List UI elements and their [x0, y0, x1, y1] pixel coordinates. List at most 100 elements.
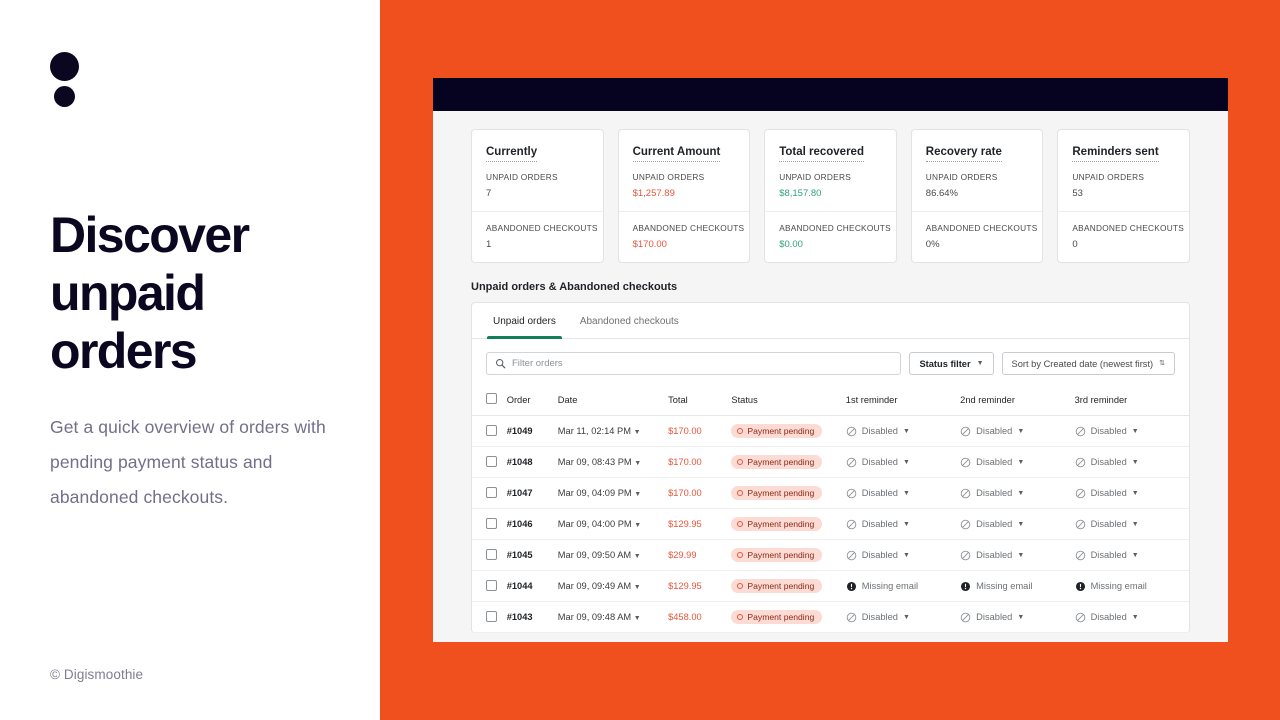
chevron-down-icon[interactable]: ▼ [1017, 614, 1024, 621]
pending-dot-icon [737, 428, 744, 434]
table-row[interactable]: #1046 Mar 09, 04:00 PM ▼ $129.95 Payment… [472, 508, 1189, 540]
reminder-1-cell: Missing email [846, 581, 960, 592]
tab-unpaid-orders[interactable]: Unpaid orders [481, 303, 568, 339]
reminder-2-cell[interactable]: Disabled ▼ [960, 426, 1074, 437]
reminder-1-cell[interactable]: Disabled ▼ [846, 550, 960, 561]
table-row[interactable]: #1049 Mar 11, 02:14 PM ▼ $170.00 Payment… [472, 415, 1189, 447]
pending-dot-icon [737, 459, 744, 465]
status-filter-button[interactable]: Status filter ▼ [909, 352, 994, 375]
order-id: #1043 [506, 612, 533, 622]
chevron-down-icon[interactable]: ▼ [1132, 552, 1139, 559]
reminder-3-cell[interactable]: Disabled ▼ [1075, 426, 1189, 437]
stat-value: 86.64% [925, 188, 959, 199]
status-badge: Payment pending [731, 424, 823, 438]
reminder-2-cell[interactable]: Disabled ▼ [960, 488, 1074, 499]
reminder-1-cell[interactable]: Disabled ▼ [846, 488, 960, 499]
tab-abandoned-checkouts[interactable]: Abandoned checkouts [568, 303, 691, 338]
chevron-down-icon[interactable]: ▼ [1132, 614, 1139, 621]
table-row[interactable]: #1048 Mar 09, 08:43 PM ▼ $170.00 Payment… [472, 446, 1189, 478]
chevron-down-icon[interactable]: ▼ [903, 614, 910, 621]
app-top-navigation-bar [433, 78, 1228, 111]
chevron-down-icon[interactable]: ▼ [1132, 521, 1139, 528]
reminder-1-cell[interactable]: Disabled ▼ [846, 426, 960, 437]
reminder-label: Disabled [1090, 550, 1127, 560]
order-total: $170.00 [668, 488, 702, 498]
chevron-down-icon[interactable]: ▼ [634, 615, 641, 622]
reminder-3-cell[interactable]: Disabled ▼ [1075, 519, 1189, 530]
order-total: $129.95 [668, 519, 702, 529]
chevron-down-icon[interactable]: ▼ [1017, 552, 1024, 559]
reminder-2-cell[interactable]: Disabled ▼ [960, 550, 1074, 561]
sort-dropdown[interactable]: Sort by Created date (newest first) ⇅ [1001, 352, 1175, 375]
status-label: Payment pending [747, 581, 815, 591]
row-checkbox[interactable] [486, 610, 497, 622]
disabled-icon [846, 488, 857, 498]
chevron-down-icon[interactable]: ▼ [903, 521, 910, 528]
chevron-down-icon[interactable]: ▼ [903, 490, 910, 497]
reminder-1-cell[interactable]: Disabled ▼ [846, 457, 960, 468]
missing-email-icon [961, 581, 971, 591]
chevron-down-icon[interactable]: ▼ [903, 428, 910, 435]
order-id: #1047 [506, 488, 533, 498]
table-row[interactable]: #1047 Mar 09, 04:09 PM ▼ $170.00 Payment… [472, 477, 1189, 509]
order-date: Mar 09, 04:00 PM [557, 519, 632, 529]
chevron-down-icon[interactable]: ▼ [903, 552, 910, 559]
row-checkbox[interactable] [486, 548, 497, 560]
stat-card-title: Recovery rate [925, 146, 1002, 162]
status-label: Payment pending [747, 457, 815, 467]
table-row[interactable]: #1043 Mar 09, 09:48 AM ▼ $458.00 Payment… [472, 601, 1189, 633]
chevron-down-icon[interactable]: ▼ [634, 584, 641, 591]
chevron-down-icon[interactable]: ▼ [1132, 428, 1139, 435]
select-all-checkbox[interactable] [486, 393, 497, 404]
row-checkbox[interactable] [486, 517, 497, 529]
section-heading: Unpaid orders & Abandoned checkouts [471, 281, 678, 293]
stat-value: $170.00 [632, 239, 667, 250]
reminder-2-cell[interactable]: Disabled ▼ [960, 612, 1074, 623]
stat-card-title: Total recovered [779, 146, 864, 162]
chevron-down-icon[interactable]: ▼ [1017, 459, 1024, 466]
chevron-down-icon[interactable]: ▼ [1017, 490, 1024, 497]
reminder-3-cell[interactable]: Disabled ▼ [1075, 457, 1189, 468]
reminder-label: Disabled [976, 457, 1013, 467]
chevron-down-icon[interactable]: ▼ [903, 459, 910, 466]
reminder-label: Disabled [976, 426, 1013, 436]
disabled-icon [960, 612, 971, 622]
row-checkbox[interactable] [486, 455, 497, 467]
chevron-down-icon[interactable]: ▼ [1132, 459, 1139, 466]
reminder-3-cell[interactable]: Disabled ▼ [1075, 612, 1189, 623]
stat-value: $0.00 [779, 239, 803, 250]
copyright-credit: © Digismoothie [50, 667, 144, 682]
disabled-icon [960, 488, 971, 498]
chevron-down-icon[interactable]: ▼ [1017, 428, 1024, 435]
table-row[interactable]: #1044 Mar 09, 09:49 AM ▼ $129.95 Payment… [472, 570, 1189, 602]
reminder-2-cell[interactable]: Disabled ▼ [960, 457, 1074, 468]
reminder-1-cell[interactable]: Disabled ▼ [846, 519, 960, 530]
reminder-2-cell[interactable]: Disabled ▼ [960, 519, 1074, 530]
chevron-down-icon[interactable]: ▼ [1017, 521, 1024, 528]
disabled-icon [960, 426, 971, 436]
chevron-down-icon[interactable]: ▼ [1132, 490, 1139, 497]
reminder-label: Disabled [976, 488, 1013, 498]
chevron-down-icon[interactable]: ▼ [634, 522, 641, 529]
reminder-label: Disabled [976, 519, 1013, 529]
row-checkbox[interactable] [486, 486, 497, 498]
chevron-down-icon[interactable]: ▼ [634, 553, 641, 560]
left-content-panel: Discover unpaid orders Get a quick overv… [0, 0, 380, 720]
reminder-2-cell: Missing email [960, 581, 1074, 592]
reminder-label: Disabled [861, 612, 898, 622]
chevron-down-icon[interactable]: ▼ [634, 491, 641, 498]
chevron-down-icon[interactable]: ▼ [634, 429, 641, 436]
row-checkbox[interactable] [486, 424, 497, 436]
reminder-3-cell: Missing email [1075, 581, 1189, 592]
slide-root: Discover unpaid orders Get a quick overv… [0, 0, 1280, 720]
disabled-icon [846, 612, 857, 622]
status-badge: Payment pending [731, 517, 823, 531]
row-checkbox[interactable] [486, 579, 497, 591]
chevron-down-icon[interactable]: ▼ [634, 460, 641, 467]
reminder-3-cell[interactable]: Disabled ▼ [1075, 488, 1189, 499]
table-row[interactable]: #1045 Mar 09, 09:50 AM ▼ $29.99 Payment … [472, 539, 1189, 571]
reminder-3-cell[interactable]: Disabled ▼ [1075, 550, 1189, 561]
reminder-1-cell[interactable]: Disabled ▼ [846, 612, 960, 623]
search-input[interactable]: Filter orders [486, 352, 902, 375]
stat-card-currently: Currently UNPAID ORDERS 7 ABANDONED CHEC… [471, 129, 604, 263]
